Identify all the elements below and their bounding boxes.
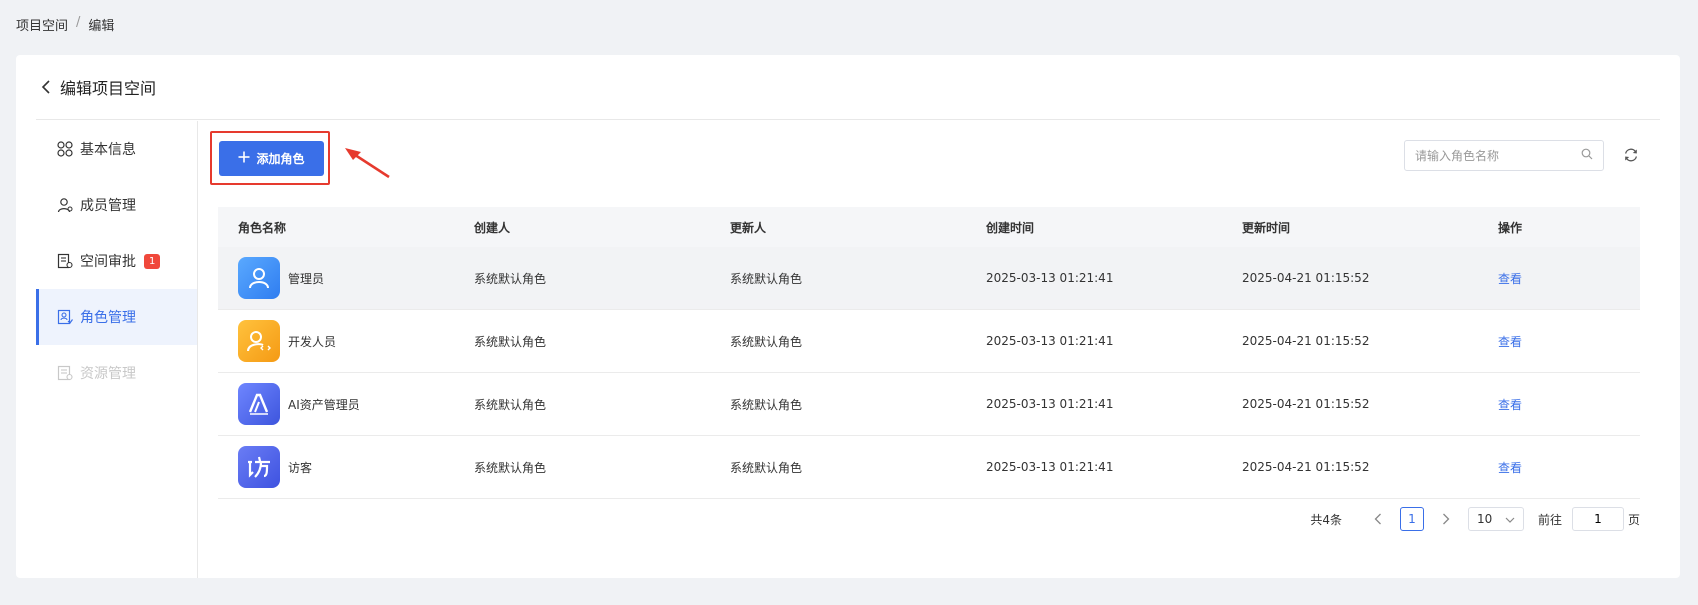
role-name-cell: 访客	[218, 446, 474, 488]
add-role-label: 添加角色	[256, 152, 305, 166]
column-header: 创建人	[474, 220, 511, 235]
sidebar-item-members[interactable]: 成员管理	[36, 177, 197, 233]
goto-suffix: 页	[1627, 512, 1640, 527]
grid-icon	[56, 140, 74, 158]
role-name: 开发人员	[288, 334, 337, 349]
view-link[interactable]: 查看	[1498, 461, 1522, 475]
view-link[interactable]: 查看	[1498, 272, 1522, 286]
role-name: 管理员	[288, 271, 325, 286]
role-name: AI资产管理员	[288, 397, 360, 412]
view-link[interactable]: 查看	[1498, 335, 1522, 349]
sidebar-item-label: 成员管理	[80, 198, 136, 214]
chevron-down-icon	[1505, 512, 1515, 526]
approval-badge: 1	[144, 253, 161, 269]
visitor-avatar-icon	[238, 446, 280, 488]
updated-time-cell: 2025-04-21 01:15:52	[1242, 397, 1370, 411]
created-time-cell: 2025-03-13 01:21:41	[986, 334, 1114, 348]
updater-cell: 系统默认角色	[730, 460, 803, 475]
sidebar-item-label: 基本信息	[80, 142, 136, 158]
table-row: 管理员 系统默认角色 系统默认角色 2025-03-13 01:21:41 20…	[218, 247, 1640, 310]
resource-icon	[56, 364, 74, 382]
refresh-icon[interactable]	[1622, 146, 1640, 164]
approval-icon	[56, 252, 74, 270]
column-header: 角色名称	[238, 220, 287, 235]
goto-prefix: 前往	[1537, 512, 1562, 527]
role-name-cell: 开发人员	[218, 320, 474, 362]
creator-cell: 系统默认角色	[474, 271, 547, 286]
created-time-cell: 2025-03-13 01:21:41	[986, 271, 1114, 285]
page-size-select[interactable]: 10	[1467, 507, 1524, 531]
total-count: 共4条	[1310, 512, 1342, 527]
creator-cell: 系统默认角色	[474, 460, 547, 475]
member-icon	[56, 196, 74, 214]
role-name-cell: AI资产管理员	[218, 383, 474, 425]
updater-cell: 系统默认角色	[730, 271, 803, 286]
updated-time-cell: 2025-04-21 01:15:52	[1242, 460, 1370, 474]
table-row: AI资产管理员 系统默认角色 系统默认角色 2025-03-13 01:21:4…	[218, 373, 1640, 436]
updated-time-cell: 2025-04-21 01:15:52	[1242, 334, 1370, 348]
updater-cell: 系统默认角色	[730, 334, 803, 349]
breadcrumb-separator: /	[76, 15, 81, 30]
page-title: 编辑项目空间	[60, 79, 157, 98]
plus-icon	[238, 151, 250, 166]
pagination: 共4条 1 10 前往 页	[1310, 507, 1640, 531]
sidebar-item-label: 角色管理	[80, 310, 136, 326]
sidebar-item-label: 资源管理	[80, 366, 136, 382]
role-name-cell: 管理员	[218, 257, 474, 299]
add-role-button[interactable]: 添加角色	[219, 141, 324, 176]
column-header: 创建时间	[986, 220, 1035, 235]
breadcrumb: 项目空间 / 编辑	[16, 15, 114, 34]
sidebar: 基本信息 成员管理 空间审批 1 角色管理 资源管理	[36, 121, 198, 578]
content-area: 添加角色 角色名称 创建人 更新人 创建时间 更新时间 操作	[210, 121, 1660, 578]
search-icon[interactable]	[1581, 148, 1593, 163]
breadcrumb-current: 编辑	[88, 19, 115, 34]
card-header: 编辑项目空间	[36, 55, 1660, 120]
sidebar-item-basic-info[interactable]: 基本信息	[36, 121, 197, 177]
sidebar-item-resources: 资源管理	[36, 345, 197, 401]
chevron-left-icon[interactable]	[36, 77, 56, 97]
column-header: 更新人	[730, 220, 767, 235]
sidebar-item-label: 空间审批	[80, 254, 136, 270]
role-icon	[56, 308, 74, 326]
updater-cell: 系统默认角色	[730, 397, 803, 412]
page-number-button[interactable]: 1	[1399, 507, 1424, 531]
page-size-value: 10	[1476, 512, 1493, 526]
role-name: 访客	[288, 460, 313, 475]
developer-avatar-icon	[238, 320, 280, 362]
next-page-icon[interactable]	[1434, 507, 1458, 531]
roles-table: 角色名称 创建人 更新人 创建时间 更新时间 操作 管理员 系统默认角色 系统默…	[218, 207, 1640, 499]
role-search-input[interactable]	[1415, 148, 1581, 163]
breadcrumb-root[interactable]: 项目空间	[16, 15, 68, 34]
updated-time-cell: 2025-04-21 01:15:52	[1242, 271, 1370, 285]
admin-avatar-icon	[238, 257, 280, 299]
main-card: 编辑项目空间 基本信息 成员管理 空间审批 1 角色管理 资源管理 添加角色 请…	[16, 55, 1680, 578]
column-header: 更新时间	[1242, 220, 1291, 235]
table-header: 角色名称 创建人 更新人 创建时间 更新时间 操作	[218, 207, 1640, 247]
table-row: 访客 系统默认角色 系统默认角色 2025-03-13 01:21:41 202…	[218, 436, 1640, 499]
goto-page-input[interactable]	[1571, 507, 1624, 531]
table-row: 开发人员 系统默认角色 系统默认角色 2025-03-13 01:21:41 2…	[218, 310, 1640, 373]
view-link[interactable]: 查看	[1498, 398, 1522, 412]
ai-asset-admin-avatar-icon	[238, 383, 280, 425]
column-header: 操作	[1498, 220, 1523, 235]
prev-page-icon[interactable]	[1366, 507, 1390, 531]
sidebar-item-roles[interactable]: 角色管理	[36, 289, 197, 345]
sidebar-item-approval[interactable]: 空间审批 1	[36, 233, 197, 289]
created-time-cell: 2025-03-13 01:21:41	[986, 460, 1114, 474]
annotation-arrow-icon	[345, 148, 390, 179]
role-search-field[interactable]	[1404, 140, 1604, 171]
creator-cell: 系统默认角色	[474, 334, 547, 349]
creator-cell: 系统默认角色	[474, 397, 547, 412]
created-time-cell: 2025-03-13 01:21:41	[986, 397, 1114, 411]
